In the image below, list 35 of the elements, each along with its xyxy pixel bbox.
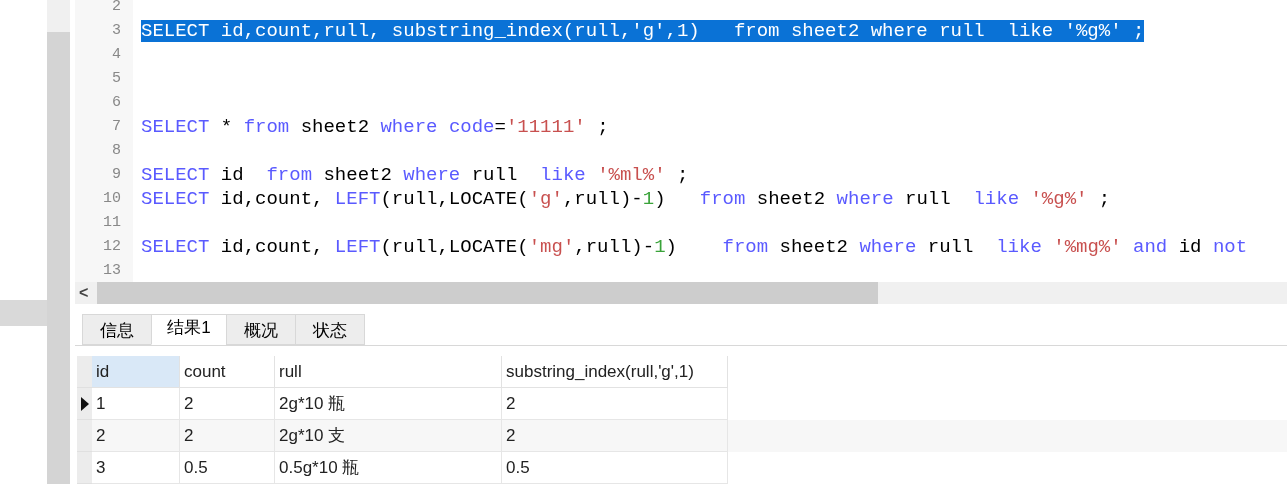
line-number: 10 [103, 188, 121, 209]
line-number: 12 [103, 236, 121, 257]
column-header[interactable]: rull [275, 356, 502, 388]
table-cell: 0.5 [502, 452, 728, 484]
line-number: 11 [103, 212, 121, 233]
line-number: 9 [112, 164, 121, 185]
line-number: 3 [112, 20, 121, 41]
column-header[interactable]: count [180, 356, 275, 388]
current-row-icon [80, 396, 89, 411]
result-tab[interactable]: 状态 [295, 314, 365, 345]
table-cell: 3 [92, 452, 180, 484]
line-number: 13 [103, 260, 121, 281]
line-number: 5 [112, 68, 121, 89]
code-text: SELECT id,count, LEFT(rull,LOCATE('mg',rull)-1) from sheet2 where rull like '%mg%' and id not [141, 236, 1248, 258]
panel-handle[interactable] [0, 300, 47, 326]
line-number: 2 [112, 0, 121, 17]
scrollbar-track[interactable] [47, 0, 70, 484]
result-tab[interactable]: 概况 [226, 314, 296, 345]
line-number: 7 [112, 116, 121, 137]
horizontal-scrollbar[interactable]: < [75, 282, 1287, 304]
code-text: SELECT id,count, LEFT(rull,LOCATE('g',rull)-1) from sheet2 where rull like '%g%' ; [141, 188, 1111, 210]
column-header[interactable]: id [92, 356, 180, 388]
line-number: 6 [112, 92, 121, 113]
line-number: 4 [112, 44, 121, 65]
table-cell: 0.5g*10 瓶 [275, 452, 502, 484]
result-tab[interactable]: 结果1 [151, 314, 227, 345]
result-tab[interactable]: 信息 [82, 314, 152, 345]
scroll-left-arrow[interactable]: < [79, 281, 93, 305]
code-text: SELECT * from sheet2 where code='11111' ; [141, 116, 609, 138]
code-text: SELECT id,count,rull, substring_index(rull,'g',1) from sheet2 where rull like '%g%' ; [141, 20, 1145, 42]
code-text: SELECT id from sheet2 where rull like '%ml%' ; [141, 164, 689, 186]
row-selector[interactable] [77, 388, 92, 420]
column-header[interactable]: substring_index(rull,'g',1) [502, 356, 728, 388]
line-number: 8 [112, 140, 121, 161]
table-cell: 0.5 [180, 452, 275, 484]
